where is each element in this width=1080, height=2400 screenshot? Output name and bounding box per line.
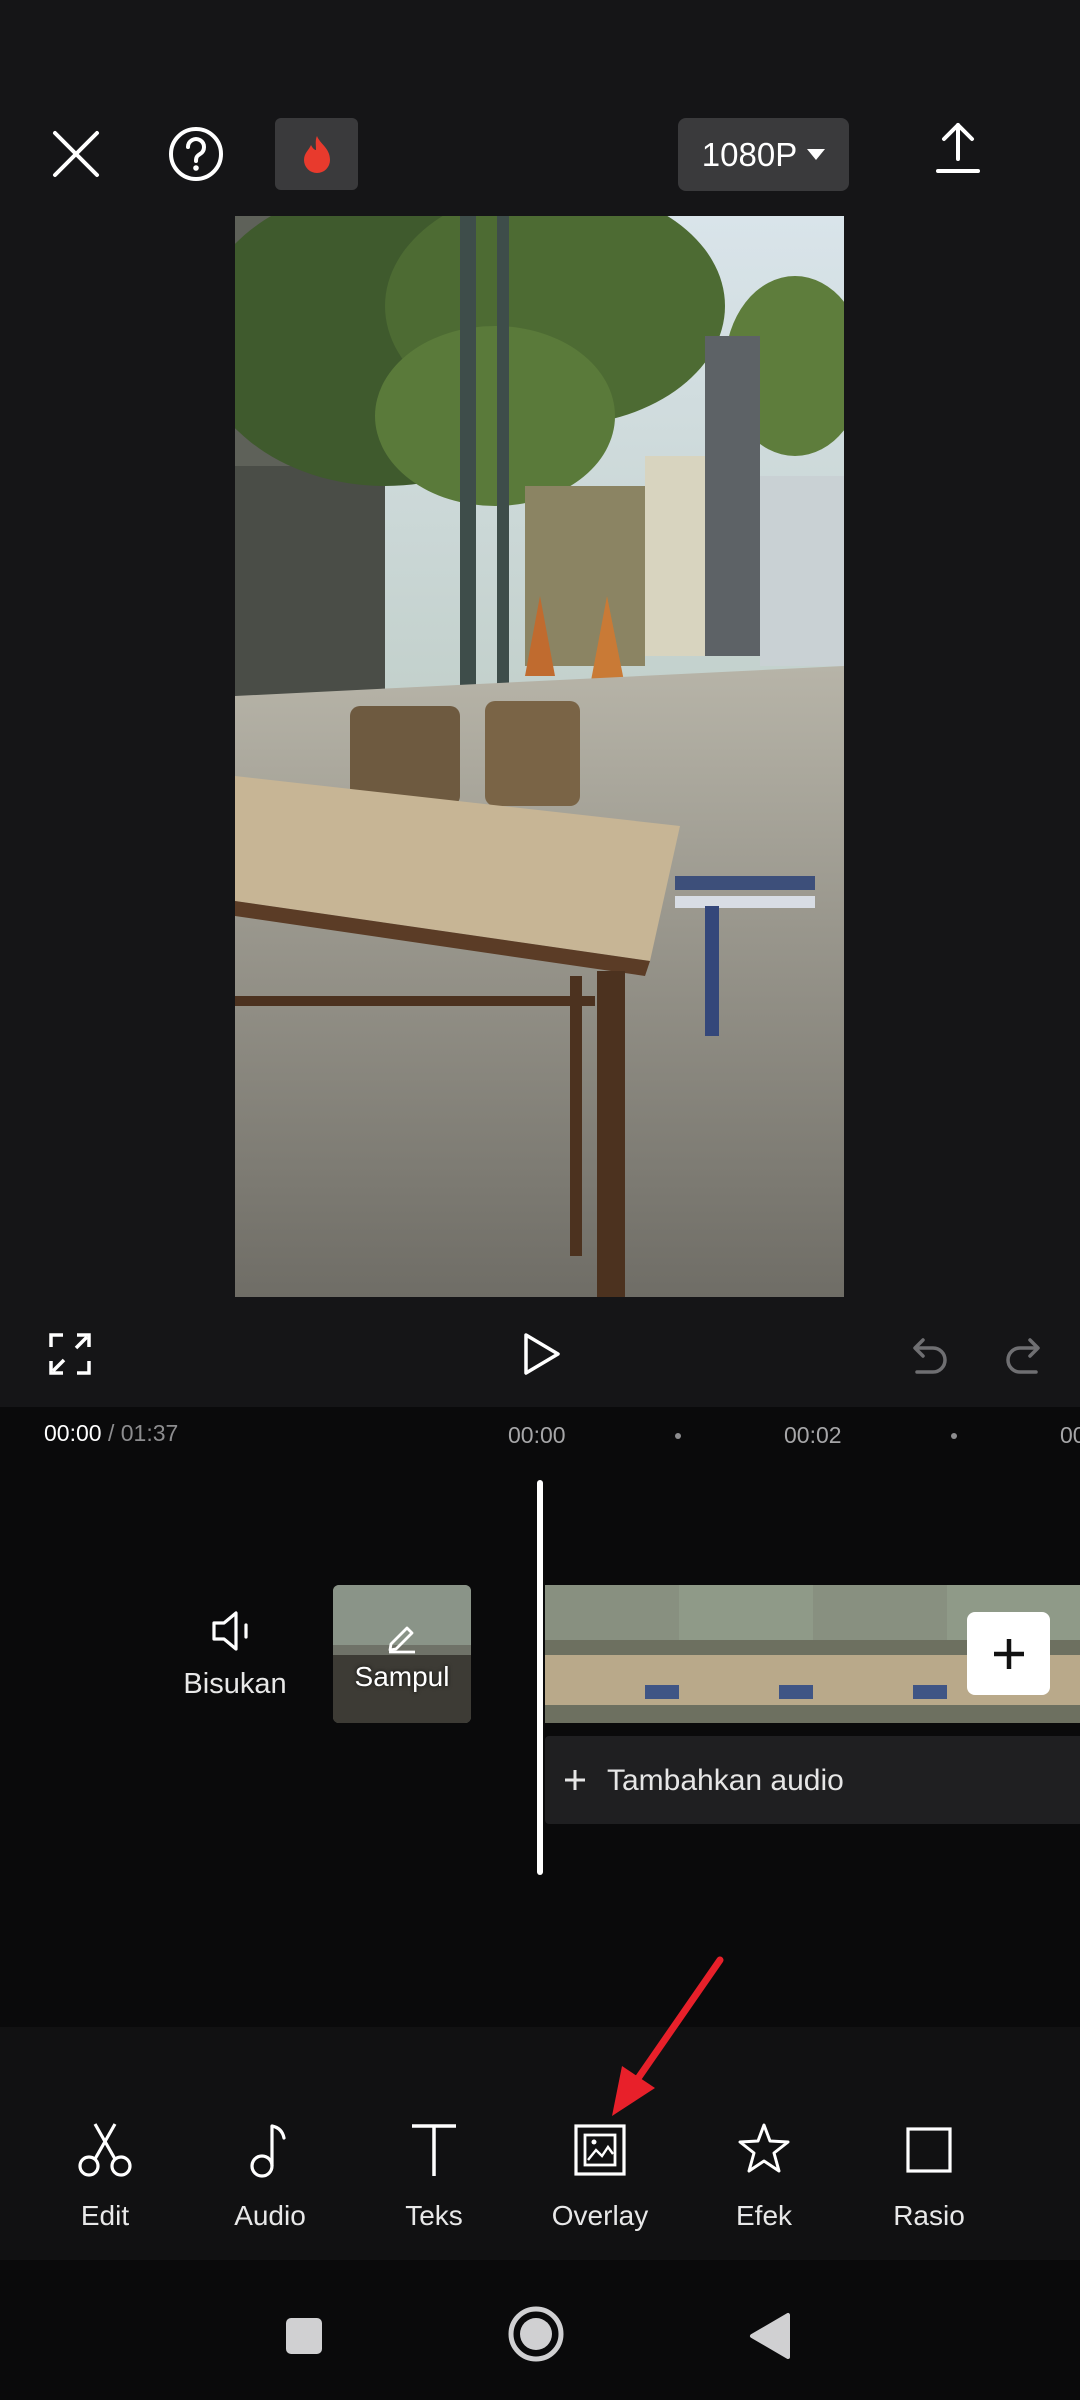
back-triangle-icon [750,2313,790,2359]
ruler-label: 00 [1060,1422,1080,1448]
tool-label: Rasio [893,2200,965,2231]
help-button[interactable] [160,118,232,190]
annotation-arrow-icon [612,1956,724,2116]
star-effect-icon [738,2123,790,2173]
resolution-label: 1080P [701,135,798,173]
tool-label: Teks [405,2200,463,2231]
current-time: 00:00 [44,1420,102,1446]
music-note-icon [250,2124,286,2178]
home-circle-icon [508,2306,564,2362]
redo-button[interactable] [1000,1330,1050,1380]
premium-button[interactable] [275,118,358,190]
overlay-icon [574,2124,626,2176]
scissors-icon [78,2123,132,2177]
tool-label: Overlay [551,2200,649,2231]
play-icon [524,1333,560,1375]
ruler-label: 00:00 [508,1422,566,1448]
plus-icon [993,1638,1024,1669]
text-icon [412,2124,456,2176]
clip-frame [545,1585,679,1723]
undo-button[interactable] [903,1330,953,1380]
clip-frame [813,1585,947,1723]
ratio-icon [906,2127,952,2173]
fullscreen-icon [49,1333,91,1375]
ruler-tick [951,1433,957,1439]
fullscreen-button[interactable] [44,1328,96,1380]
playhead[interactable] [537,1480,543,1875]
home-button[interactable] [506,2304,566,2364]
close-icon [53,131,99,177]
speaker-icon [212,1611,248,1651]
close-button[interactable] [40,118,112,190]
recents-button[interactable] [278,2310,330,2362]
add-clip-button[interactable] [967,1612,1050,1695]
mute-button[interactable] [200,1605,270,1657]
plus-icon [561,1766,589,1794]
tool-label: Efek [735,2200,793,2231]
ruler-label: 00:02 [784,1422,842,1448]
square-icon [286,2318,322,2354]
tool-label: Edit [80,2200,130,2231]
mute-label: Bisukan [183,1668,287,1700]
back-button[interactable] [742,2308,798,2364]
flame-icon [303,136,330,173]
undo-icon [913,1338,947,1374]
chevron-down-icon [807,149,826,160]
total-time: / 01:37 [101,1420,179,1446]
cover-label: Sampul [354,1661,450,1692]
upload-icon [936,123,980,173]
video-preview[interactable] [235,216,844,1297]
redo-icon [1006,1338,1040,1374]
tool-label: Audio [234,2200,306,2231]
add-audio-label: Tambahkan audio [607,1764,844,1797]
clip-frame [679,1585,813,1723]
ruler-tick [675,1433,681,1439]
edit-cover-icon [383,1618,421,1656]
help-icon [169,127,223,181]
resolution-dropdown[interactable]: 1080P [678,118,849,191]
play-button[interactable] [516,1328,568,1380]
export-button[interactable] [922,112,994,184]
time-readout: 00:00 / 01:37 [44,1420,178,1447]
